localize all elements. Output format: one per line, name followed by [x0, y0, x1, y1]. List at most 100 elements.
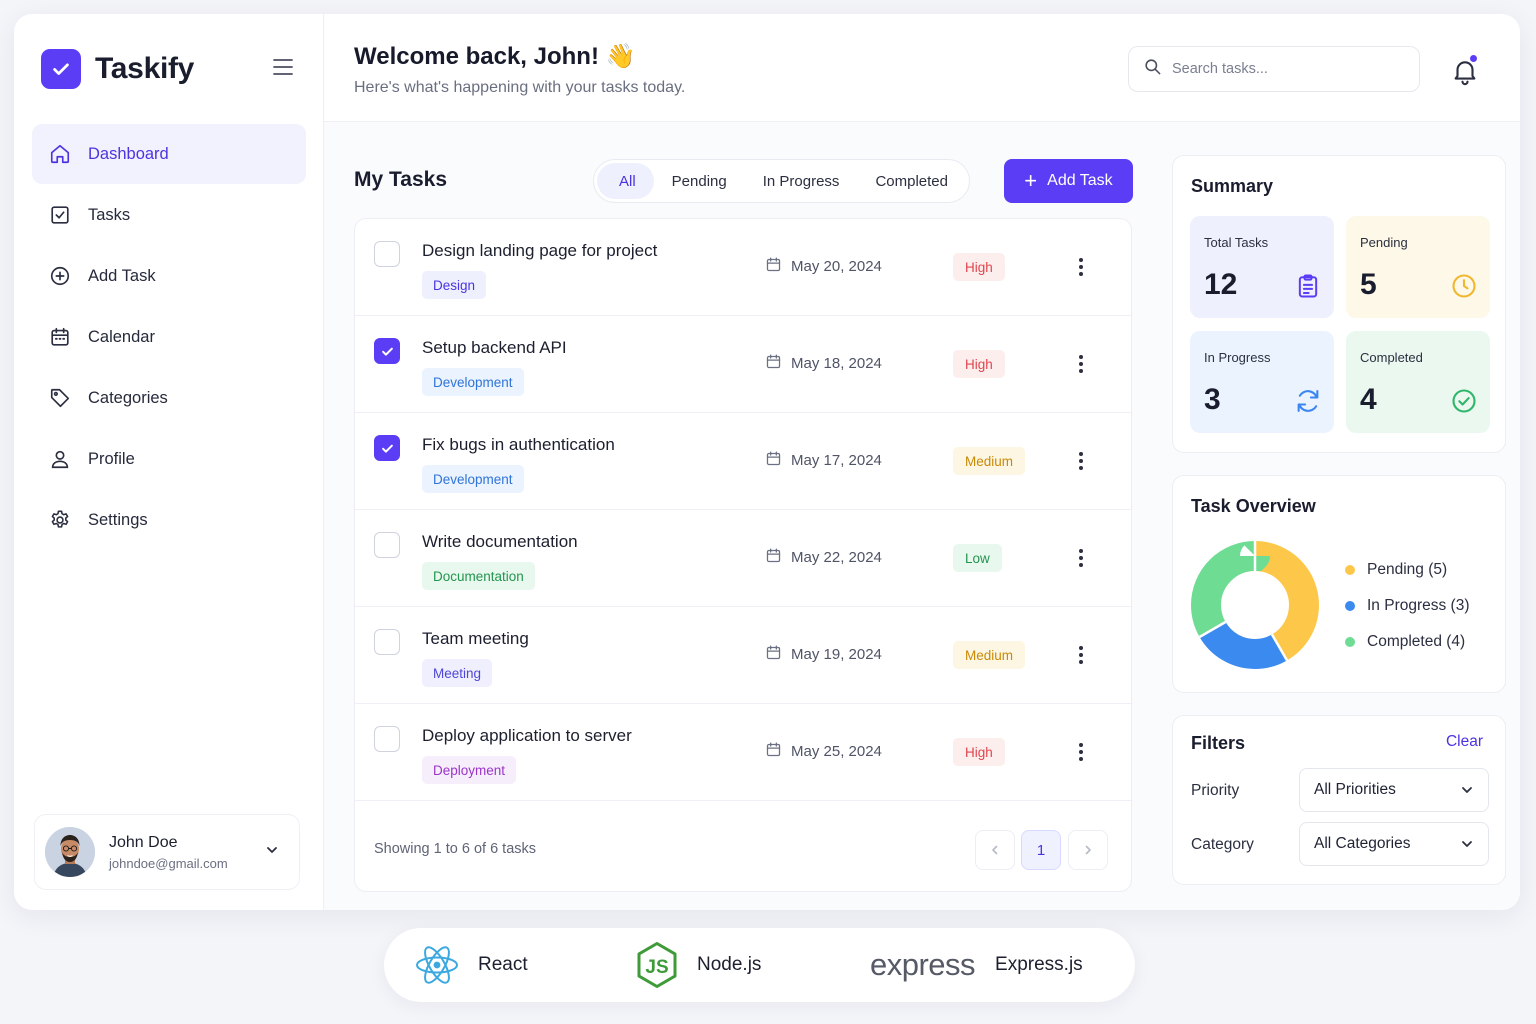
- stat-card-pending: Pending 5: [1346, 216, 1490, 318]
- home-icon: [48, 142, 72, 166]
- task-title[interactable]: Deploy application to server: [422, 726, 632, 746]
- sidebar-item-label: Tasks: [88, 205, 131, 224]
- menu-icon[interactable]: [272, 57, 294, 77]
- task-row[interactable]: Deploy application to server Deployment Ma…: [355, 704, 1131, 801]
- brand[interactable]: Taskify: [41, 49, 194, 89]
- task-title[interactable]: Setup backend API: [422, 338, 567, 358]
- svg-text:JS: JS: [645, 957, 668, 978]
- gear-icon: [48, 508, 72, 532]
- task-date-text: May 18, 2024: [791, 355, 882, 372]
- priority-badge: Low: [953, 544, 1002, 572]
- filters-title: Filters: [1191, 733, 1246, 753]
- legend-dot: [1345, 637, 1355, 647]
- more-options-icon[interactable]: [1071, 447, 1091, 475]
- sidebar-item-add-task[interactable]: Add Task: [32, 246, 306, 306]
- sidebar-item-label: Add Task: [88, 266, 156, 285]
- task-checkbox[interactable]: [374, 435, 400, 461]
- tech-express: express Express.js: [870, 928, 1083, 1002]
- task-due-date: May 25, 2024: [765, 741, 882, 762]
- summary-title: Summary: [1191, 176, 1274, 196]
- priority-select[interactable]: All Priorities: [1299, 768, 1489, 812]
- filters-panel: Filters Clear Priority All Priorities Ca…: [1172, 715, 1506, 885]
- priority-badge: High: [953, 253, 1005, 281]
- sidebar-item-calendar[interactable]: Calendar: [32, 307, 306, 367]
- task-row[interactable]: Setup backend API Development May 18, 2024…: [355, 316, 1131, 413]
- chevron-down-icon: [1460, 837, 1474, 856]
- category-select[interactable]: All Categories: [1299, 822, 1489, 866]
- tab-all[interactable]: All: [597, 163, 654, 199]
- task-date-text: May 22, 2024: [791, 549, 882, 566]
- clear-filters-link[interactable]: Clear: [1446, 733, 1483, 751]
- task-checkbox[interactable]: [374, 629, 400, 655]
- tab-in-progress[interactable]: In Progress: [745, 163, 858, 199]
- sidebar-item-tasks[interactable]: Tasks: [32, 185, 306, 245]
- task-checkbox[interactable]: [374, 241, 400, 267]
- plus-circle-icon: [48, 264, 72, 288]
- task-row[interactable]: Design landing page for project Design May…: [355, 219, 1131, 316]
- priority-select-value: All Priorities: [1314, 781, 1396, 798]
- priority-badge: Medium: [953, 447, 1026, 475]
- user-card[interactable]: John Doe johndoe@gmail.com: [34, 814, 300, 890]
- task-title[interactable]: Fix bugs in authentication: [422, 435, 615, 455]
- task-checkbox[interactable]: [374, 532, 400, 558]
- header: Welcome back, John! 👋 Here's what's happ…: [324, 14, 1520, 122]
- prev-page-button[interactable]: [975, 830, 1015, 870]
- clock-icon: [1450, 272, 1478, 300]
- chevron-down-icon[interactable]: [265, 843, 279, 862]
- category-select-value: All Categories: [1314, 835, 1411, 852]
- chart-legend: Pending (5) In Progress (3) Completed (4…: [1345, 552, 1470, 660]
- task-checkbox[interactable]: [374, 338, 400, 364]
- page-subtitle: Here's what's happening with your tasks …: [354, 79, 686, 96]
- task-row[interactable]: Write documentation Documentation May 22, …: [355, 510, 1131, 607]
- stat-card-in-progress: In Progress 3: [1190, 331, 1334, 433]
- page-1-button[interactable]: 1: [1021, 830, 1061, 870]
- add-task-button[interactable]: + Add Task: [1004, 159, 1133, 203]
- sidebar-item-profile[interactable]: Profile: [32, 429, 306, 489]
- more-options-icon[interactable]: [1071, 738, 1091, 766]
- priority-badge: High: [953, 350, 1005, 378]
- category-label: Category: [1191, 836, 1254, 853]
- sidebar-item-dashboard[interactable]: Dashboard: [32, 124, 306, 184]
- app-window: Taskify Dashboard Tasks Add Task Calenda…: [14, 14, 1520, 910]
- sidebar-item-settings[interactable]: Settings: [32, 490, 306, 550]
- task-row[interactable]: Team meeting Meeting May 19, 2024 Medium: [355, 607, 1131, 704]
- logo-check-icon: [41, 49, 81, 89]
- tech-react: React: [414, 928, 528, 1002]
- task-title[interactable]: Write documentation: [422, 532, 578, 552]
- summary-panel: Summary Total Tasks 12 Pending 5 In Prog…: [1172, 155, 1506, 453]
- legend-dot: [1345, 601, 1355, 611]
- sidebar-item-categories[interactable]: Categories: [32, 368, 306, 428]
- notification-bell-icon[interactable]: [1450, 54, 1480, 86]
- calendar-icon: [765, 741, 782, 762]
- showing-count: Showing 1 to 6 of 6 tasks: [374, 841, 537, 857]
- more-options-icon[interactable]: [1071, 350, 1091, 378]
- stat-label: Total Tasks: [1204, 235, 1269, 250]
- tab-completed[interactable]: Completed: [857, 163, 966, 199]
- task-filter-tabs: All Pending In Progress Completed: [593, 159, 970, 203]
- calendar-icon: [765, 353, 782, 374]
- next-page-button[interactable]: [1068, 830, 1108, 870]
- react-icon: [414, 943, 460, 987]
- refresh-icon: [1294, 387, 1322, 415]
- stat-value: 5: [1360, 268, 1377, 301]
- priority-badge: Medium: [953, 641, 1026, 669]
- search-input[interactable]: [1172, 61, 1402, 77]
- task-row[interactable]: Fix bugs in authentication Development May…: [355, 413, 1131, 510]
- search-box[interactable]: [1128, 46, 1420, 92]
- main-content: My Tasks All Pending In Progress Complet…: [324, 122, 1520, 910]
- tab-pending[interactable]: Pending: [654, 163, 745, 199]
- sidebar-item-label: Profile: [88, 449, 135, 468]
- more-options-icon[interactable]: [1071, 544, 1091, 572]
- task-title[interactable]: Team meeting: [422, 629, 529, 649]
- more-options-icon[interactable]: [1071, 253, 1091, 281]
- task-list: Design landing page for project Design May…: [354, 218, 1132, 892]
- sidebar-item-label: Categories: [88, 388, 168, 407]
- more-options-icon[interactable]: [1071, 641, 1091, 669]
- sidebar: Taskify Dashboard Tasks Add Task Calenda…: [14, 14, 324, 910]
- calendar-icon: [765, 644, 782, 665]
- user-email: johndoe@gmail.com: [109, 855, 228, 871]
- task-checkbox[interactable]: [374, 726, 400, 752]
- task-overview-donut-chart: [1191, 541, 1319, 669]
- brand-name: Taskify: [95, 52, 195, 85]
- task-title[interactable]: Design landing page for project: [422, 241, 657, 261]
